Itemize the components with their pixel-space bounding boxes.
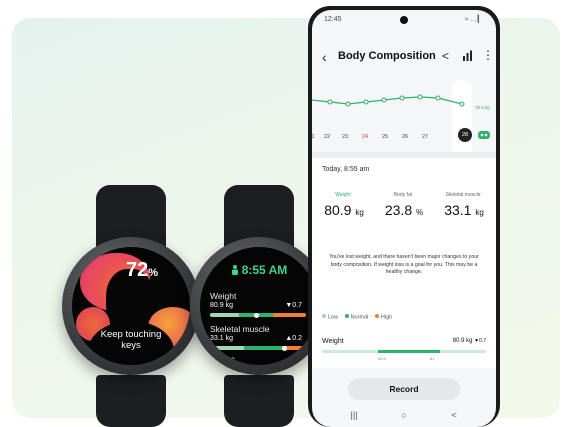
date-item[interactable]: 22 [320,134,334,140]
recents-icon[interactable]: ||| [344,410,364,420]
watch-time-text: 8:55 AM [241,263,288,277]
metric-value-skeletal-muscle: 33.1 kg [434,202,494,218]
watch-strap-bottom [96,375,166,427]
camera-icon [400,16,408,24]
date-item[interactable]: 23 [338,134,352,140]
weight-label: Weight [210,291,237,301]
watch-face: 72% Keep touching keys [72,247,190,365]
legend-low: Low [328,314,339,321]
muscle-range-bar [210,346,306,350]
instruction-line: keys [121,340,141,351]
scale-device-icon [478,131,490,139]
date-item[interactable]: 27 [418,134,432,140]
status-bar: 12:45 ≈…▎ [312,10,496,30]
instruction-text: Keep touching keys [72,329,190,351]
bar-chart-icon[interactable] [462,50,473,61]
weight-row-label: Weight [322,338,344,345]
date-item[interactable]: 26 [398,134,412,140]
watch-time: 8:55 AM [200,263,318,277]
legend-normal: Normal [350,314,369,321]
legend-dot-normal [344,314,349,318]
home-icon[interactable]: ○ [394,410,414,420]
metric-value-body-fat: 23.8 % [374,202,434,218]
phone-screen: 12:45 ≈…▎ ‹ Body Composition < ⋮ 79.5 kg… [312,10,496,427]
muscle-value: 33.1 kg [210,335,233,342]
status-time: 12:45 [324,16,342,23]
date-item[interactable]: 1 [312,134,320,140]
progress-unit: % [148,267,159,279]
date-item[interactable]: 25 [378,134,392,140]
person-icon [231,265,238,275]
muscle-delta: ▲0.2 [285,335,302,342]
weight-delta: ▼0.7 [285,302,302,309]
range-tick: 55.9 [378,356,386,361]
date-item[interactable]: 24 [358,134,372,140]
range-tick: 81 [430,356,435,361]
legend-dot-high [374,314,379,318]
progress-value: 72 [126,259,149,281]
fat-mass-label: t mass [210,354,236,364]
phone-device: 12:45 ≈…▎ ‹ Body Composition < ⋮ 79.5 kg… [308,6,500,427]
metric-unit: kg [355,208,364,217]
weight-range-bar [322,350,486,353]
more-options-icon[interactable]: ⋮ [482,48,494,62]
system-nav-bar: ||| ○ < [312,406,496,426]
trend-points [327,94,465,107]
weight-row-delta: ▼0.7 [474,338,486,344]
measurement-progress: 72% [126,259,158,282]
watch-stress: 72% Keep touching keys [62,185,204,427]
weight-row-number: 80.9 kg [452,338,473,344]
range-legend: Low Normal High [322,314,392,321]
metric-unit: % [416,208,424,217]
metric-value-weight: 80.9 kg [314,202,374,218]
watch-strap-bottom [224,375,294,427]
metric-label-body-fat: Body fat [393,192,413,198]
date-item-selected[interactable]: 28 [458,128,472,142]
body-composition-card: Today, 8:55 am Weight Body fat Skeletal … [312,158,496,368]
weight-value: 80.9 kg [210,302,233,309]
back-icon[interactable]: < [444,410,464,420]
watch-face: 8:55 AM Weight 80.9 kg ▼0.7 Skeletal mus… [200,247,318,365]
metric-number: 23.8 [384,202,413,218]
weight-row-value: 80.9 kg ▼0.7 [453,338,486,344]
selected-day-highlight [452,80,472,160]
status-icons: ≈…▎ [464,16,484,23]
metric-label-weight: Weight [335,192,351,198]
legend-high: High [380,314,393,321]
legend-dot-low [322,314,326,318]
page-title: Body Composition [338,50,436,62]
weight-marker [254,312,259,318]
metric-number: 80.9 [324,202,352,218]
back-arrow-icon[interactable]: ‹ [322,49,327,65]
metric-label-skeletal-muscle: Skeletal muscle [445,192,481,198]
instruction-line: Keep touching [100,329,162,340]
muscle-label: Skeletal muscle [210,324,270,334]
metric-number: 33.1 [444,202,472,218]
trend-value-label: 79.5 kg [475,105,490,110]
weight-trend-chart[interactable]: 79.5 kg [312,80,496,160]
app-bar: ‹ Body Composition < ⋮ [312,46,496,70]
measurement-date: Today, 8:55 am [322,166,370,173]
metric-unit: kg [475,208,484,217]
muscle-marker [282,345,287,351]
record-button[interactable]: Record [348,378,460,400]
summary-message: You've lost weight, and there haven't be… [329,254,479,276]
share-icon[interactable]: < [442,49,449,63]
